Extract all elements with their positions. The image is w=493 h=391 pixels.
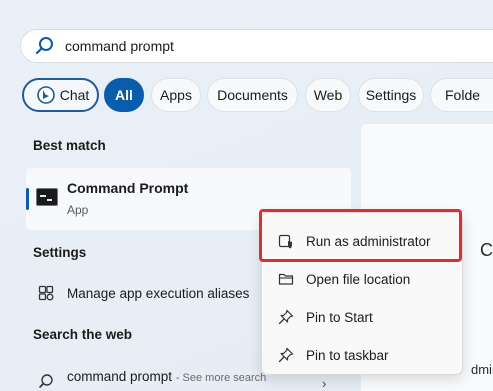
chat-button[interactable]: Chat — [22, 78, 99, 112]
filter-documents[interactable]: Documents — [207, 78, 298, 112]
menu-item-pin-to-start[interactable]: Pin to Start — [268, 301, 458, 333]
context-menu: Run as administrator Open file location … — [261, 212, 463, 375]
pin-icon — [278, 347, 294, 363]
web-search-result[interactable]: command prompt - See more search — [67, 369, 266, 384]
filter-bar: Chat All Apps Documents Web Settings Fol… — [22, 78, 493, 112]
best-match-title: Command Prompt — [67, 180, 189, 196]
filter-web[interactable]: Web — [305, 78, 351, 112]
menu-item-label: Pin to Start — [306, 309, 373, 325]
settings-item-manage-aliases[interactable]: Manage app execution aliases — [67, 286, 249, 301]
chevron-right-icon[interactable]: › — [322, 376, 326, 391]
filter-all[interactable]: All — [104, 78, 144, 112]
filter-folders[interactable]: Folde — [430, 78, 493, 112]
bing-chat-icon — [36, 86, 55, 104]
settings-heading: Settings — [33, 245, 87, 260]
search-input[interactable]: command prompt — [65, 38, 174, 54]
search-bar[interactable]: command prompt — [20, 29, 493, 63]
command-prompt-icon — [36, 188, 58, 206]
web-search-query: command prompt — [67, 369, 173, 384]
menu-item-label: Run as administrator — [306, 233, 431, 249]
search-icon — [35, 37, 53, 55]
menu-item-label: Open file location — [306, 271, 411, 287]
folder-icon — [278, 273, 294, 285]
chat-label: Chat — [59, 87, 90, 103]
filter-settings[interactable]: Settings — [358, 78, 424, 112]
filter-apps[interactable]: Apps — [151, 78, 201, 112]
best-match-heading: Best match — [33, 138, 106, 153]
pin-icon — [278, 309, 294, 325]
detail-panel-title-partial: C — [480, 240, 493, 260]
menu-item-run-as-administrator[interactable]: Run as administrator — [268, 225, 458, 257]
web-search-icon — [39, 374, 53, 388]
menu-item-label: Pin to taskbar — [306, 347, 389, 363]
shield-admin-icon — [278, 234, 292, 249]
selection-indicator — [26, 188, 29, 210]
search-web-heading: Search the web — [33, 327, 133, 342]
best-match-subtitle: App — [67, 203, 89, 217]
menu-item-open-file-location[interactable]: Open file location — [268, 263, 458, 295]
detail-panel-action-partial[interactable]: dmin — [471, 362, 493, 377]
app-alias-settings-icon — [38, 285, 54, 301]
menu-item-pin-to-taskbar[interactable]: Pin to taskbar — [268, 339, 458, 371]
web-search-hint: - See more search — [175, 372, 267, 384]
